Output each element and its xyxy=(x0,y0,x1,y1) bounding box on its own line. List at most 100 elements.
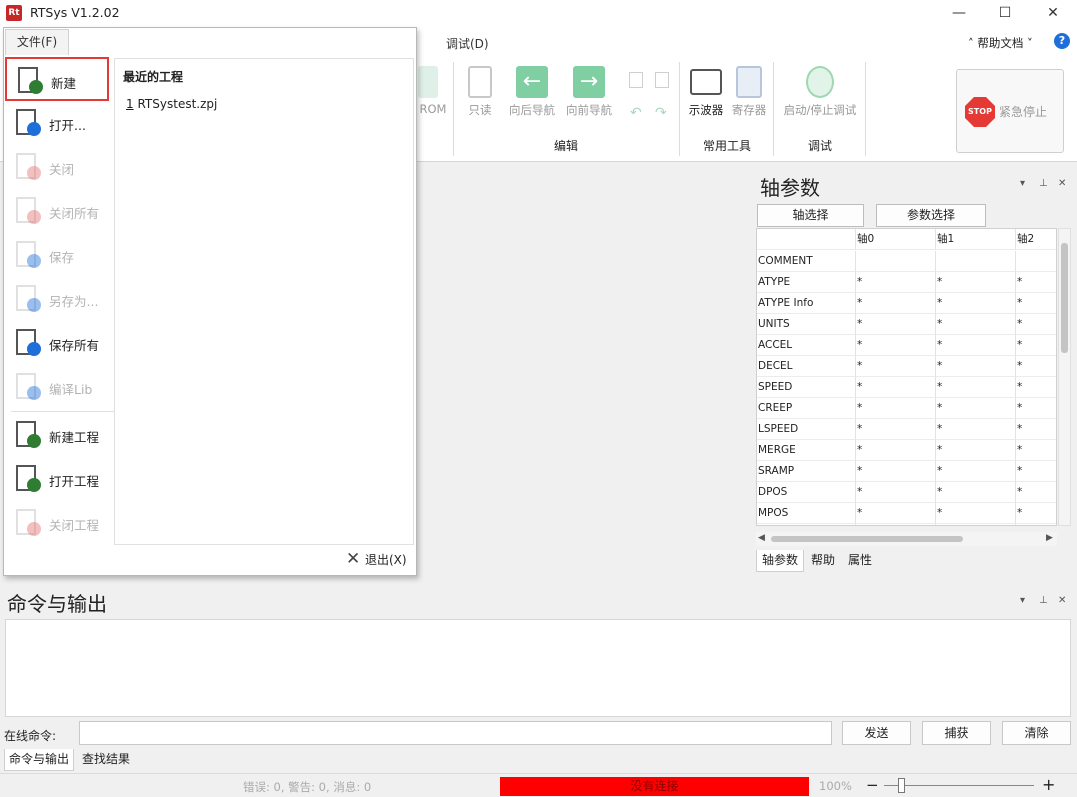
param-value-cell[interactable]: * xyxy=(856,503,936,524)
undo-icon[interactable]: ↶ xyxy=(630,105,642,121)
tab-debug[interactable]: 调试(D) xyxy=(446,35,489,52)
table-row[interactable]: SPEED * * * xyxy=(757,377,1056,398)
menu-item-save-as[interactable]: 另存为... xyxy=(5,277,114,321)
menu-item-save-all[interactable]: 保存所有 xyxy=(5,321,114,365)
param-value-cell[interactable]: * xyxy=(1016,314,1056,335)
minimize-button[interactable]: — xyxy=(936,0,982,26)
menu-item-close-all[interactable]: 关闭所有 xyxy=(5,189,114,233)
zoom-in-button[interactable]: + xyxy=(1042,775,1055,794)
param-value-cell[interactable]: * xyxy=(936,398,1016,419)
param-value-cell[interactable] xyxy=(1016,251,1056,272)
clear-button[interactable]: 清除 xyxy=(1002,721,1071,745)
param-value-cell[interactable]: * xyxy=(936,461,1016,482)
param-select-button[interactable]: 参数选择 xyxy=(876,204,986,227)
send-button[interactable]: 发送 xyxy=(842,721,911,745)
param-value-cell[interactable]: * xyxy=(856,377,936,398)
navigate-forward-button[interactable]: → 向前导航 xyxy=(562,66,616,118)
tab-axis-params[interactable]: 轴参数 xyxy=(756,550,805,572)
table-row[interactable]: ACCEL * * * xyxy=(757,335,1056,356)
navigate-back-button[interactable]: ← 向后导航 xyxy=(505,66,559,118)
panel-pin-icon[interactable]: ⊥ xyxy=(1039,178,1048,189)
tab-find-results[interactable]: 查找结果 xyxy=(78,749,134,771)
param-value-cell[interactable]: * xyxy=(936,524,1016,525)
param-value-cell[interactable]: * xyxy=(936,482,1016,503)
help-doc-link[interactable]: ˄ 帮助文档 ˅ xyxy=(968,35,1033,51)
param-value-cell[interactable]: * xyxy=(936,335,1016,356)
menu-item-save[interactable]: 保存 xyxy=(5,233,114,277)
redo-icon[interactable]: ↷ xyxy=(655,105,667,121)
param-value-cell[interactable]: * xyxy=(856,461,936,482)
exit-button[interactable]: 退出(X) xyxy=(365,551,407,568)
param-value-cell[interactable]: * xyxy=(936,440,1016,461)
menu-item-close-project[interactable]: 关闭工程 xyxy=(5,501,114,545)
menu-item-new-file[interactable]: 新建 xyxy=(5,57,109,101)
indent-icon[interactable] xyxy=(629,72,643,88)
help-icon[interactable]: ? xyxy=(1054,33,1070,49)
table-row[interactable]: MERGE * * * xyxy=(757,440,1056,461)
param-value-cell[interactable]: * xyxy=(856,419,936,440)
menu-item-new-project[interactable]: 新建工程 xyxy=(5,413,114,457)
param-value-cell[interactable]: * xyxy=(936,356,1016,377)
table-row[interactable]: DECEL * * * xyxy=(757,356,1056,377)
menu-item-open-folder[interactable]: 打开... xyxy=(5,101,114,145)
param-value-cell[interactable]: * xyxy=(856,524,936,525)
table-row[interactable]: LSPEED * * * xyxy=(757,419,1056,440)
param-value-cell[interactable]: * xyxy=(1016,272,1056,293)
table-row[interactable]: ATYPE Info * * * xyxy=(757,293,1056,314)
oscilloscope-button[interactable]: 示波器 xyxy=(685,66,727,118)
param-value-cell[interactable]: * xyxy=(936,503,1016,524)
param-value-cell[interactable]: * xyxy=(1016,377,1056,398)
output-area[interactable] xyxy=(5,619,1071,717)
menu-item-compile-lib[interactable]: 编译Lib xyxy=(5,365,114,409)
table-row[interactable]: ATYPE * * * xyxy=(757,272,1056,293)
param-value-cell[interactable]: * xyxy=(856,272,936,293)
param-value-cell[interactable]: * xyxy=(1016,503,1056,524)
param-value-cell[interactable]: * xyxy=(1016,356,1056,377)
param-value-cell[interactable]: * xyxy=(936,314,1016,335)
param-value-cell[interactable]: * xyxy=(856,440,936,461)
param-value-cell[interactable]: * xyxy=(1016,524,1056,525)
panel-close-icon[interactable]: ✕ xyxy=(1058,595,1066,606)
start-stop-debug-button[interactable]: 启动/停止调试 xyxy=(778,66,862,118)
menu-item-close-file[interactable]: 关闭 xyxy=(5,145,114,189)
param-value-cell[interactable]: * xyxy=(936,419,1016,440)
table-row[interactable]: MPOS * * * xyxy=(757,503,1056,524)
table-row[interactable]: UNITS * * * xyxy=(757,314,1056,335)
param-value-cell[interactable]: * xyxy=(856,335,936,356)
tab-help[interactable]: 帮助 xyxy=(806,550,840,572)
panel-dropdown-icon[interactable]: ▾ xyxy=(1020,178,1025,189)
tab-command-output[interactable]: 命令与输出 xyxy=(4,749,75,771)
menu-item-open-project[interactable]: 打开工程 xyxy=(5,457,114,501)
capture-button[interactable]: 捕获 xyxy=(922,721,991,745)
table-row[interactable]: ENDMOVE*** xyxy=(757,524,1056,525)
param-value-cell[interactable]: * xyxy=(936,377,1016,398)
table-row[interactable]: COMMENT xyxy=(757,251,1056,272)
tab-file[interactable]: 文件(F) xyxy=(5,29,69,55)
zoom-out-button[interactable]: − xyxy=(866,776,879,794)
rom-button[interactable]: ROM xyxy=(414,66,452,116)
table-row[interactable]: DPOS * * * xyxy=(757,482,1056,503)
param-value-cell[interactable]: * xyxy=(936,272,1016,293)
emergency-stop-button[interactable]: STOP 紧急停止 xyxy=(956,69,1064,153)
table-row[interactable]: SRAMP * * * xyxy=(757,461,1056,482)
close-window-button[interactable]: ✕ xyxy=(1030,0,1076,26)
maximize-button[interactable]: ☐ xyxy=(982,0,1028,26)
exit-icon[interactable]: ✕ xyxy=(346,549,360,569)
param-value-cell[interactable]: * xyxy=(1016,335,1056,356)
scroll-right-icon[interactable]: ▶ xyxy=(1046,533,1053,543)
param-value-cell[interactable]: * xyxy=(1016,419,1056,440)
online-cmd-input[interactable] xyxy=(79,721,832,745)
param-value-cell[interactable]: * xyxy=(856,293,936,314)
recent-project-item[interactable]: 1 RTSystest.zpj xyxy=(126,97,217,111)
zoom-slider-handle[interactable] xyxy=(898,778,905,793)
param-value-cell[interactable] xyxy=(936,251,1016,272)
vertical-scrollbar[interactable] xyxy=(1058,228,1071,526)
register-button[interactable]: 寄存器 xyxy=(728,66,770,118)
param-value-cell[interactable]: * xyxy=(936,293,1016,314)
readonly-button[interactable]: 只读 xyxy=(462,66,498,118)
table-row[interactable]: CREEP * * * xyxy=(757,398,1056,419)
tab-properties[interactable]: 属性 xyxy=(843,550,877,572)
panel-close-icon[interactable]: ✕ xyxy=(1058,178,1066,189)
param-value-cell[interactable]: * xyxy=(1016,482,1056,503)
param-value-cell[interactable]: * xyxy=(856,482,936,503)
